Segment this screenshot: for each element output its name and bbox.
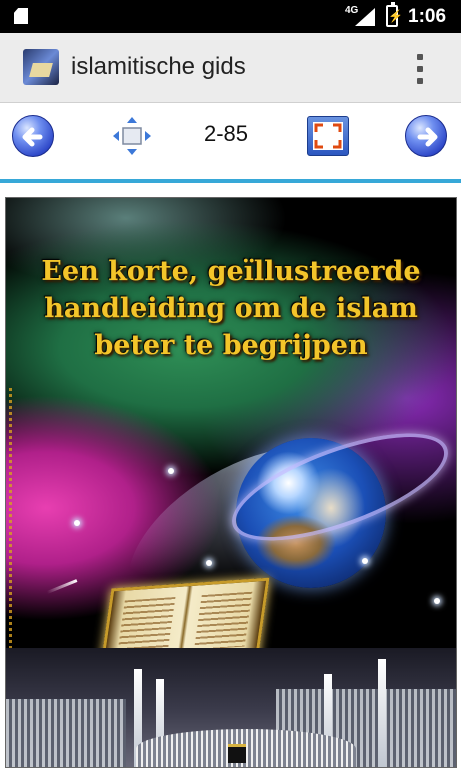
overflow-menu-icon bbox=[417, 54, 423, 60]
clock: 1:06 bbox=[408, 6, 447, 27]
fullscreen-button[interactable] bbox=[307, 116, 349, 156]
mosque-plaza bbox=[136, 729, 356, 767]
app-bar: islamitische gids bbox=[0, 33, 461, 103]
battery-charging-icon: ⚡ bbox=[386, 2, 403, 27]
pan-button[interactable] bbox=[110, 114, 154, 158]
previous-page-button[interactable] bbox=[12, 115, 54, 157]
next-page-button[interactable] bbox=[405, 115, 447, 157]
arrow-right-icon bbox=[417, 127, 438, 147]
mecca-skyline bbox=[6, 648, 456, 767]
sd-card-icon bbox=[14, 8, 28, 24]
fullscreen-icon bbox=[313, 122, 343, 150]
star bbox=[74, 520, 80, 526]
cover-headline: Een korte, geïllustreerde handleiding om… bbox=[41, 256, 421, 361]
page-indicator: 2-85 bbox=[204, 121, 249, 146]
star bbox=[362, 558, 368, 564]
overflow-menu-icon bbox=[417, 66, 423, 72]
move-arrows-icon bbox=[113, 117, 151, 155]
app-logo-icon bbox=[23, 49, 59, 85]
toolbar-divider bbox=[0, 179, 461, 183]
status-bar: 4G ⚡ 1:06 bbox=[0, 0, 461, 33]
overflow-menu-icon bbox=[417, 78, 423, 84]
kaaba bbox=[228, 744, 246, 763]
app-title: islamitische gids bbox=[71, 53, 246, 80]
arrow-left-icon bbox=[22, 127, 43, 147]
overflow-menu-button[interactable] bbox=[410, 51, 430, 87]
star bbox=[434, 598, 440, 604]
network-type: 4G bbox=[345, 5, 359, 16]
book-page[interactable]: Een korte, geïllustreerde handleiding om… bbox=[5, 197, 457, 768]
star bbox=[206, 560, 212, 566]
reader-toolbar: 2-85 bbox=[0, 103, 461, 183]
star bbox=[168, 468, 174, 474]
